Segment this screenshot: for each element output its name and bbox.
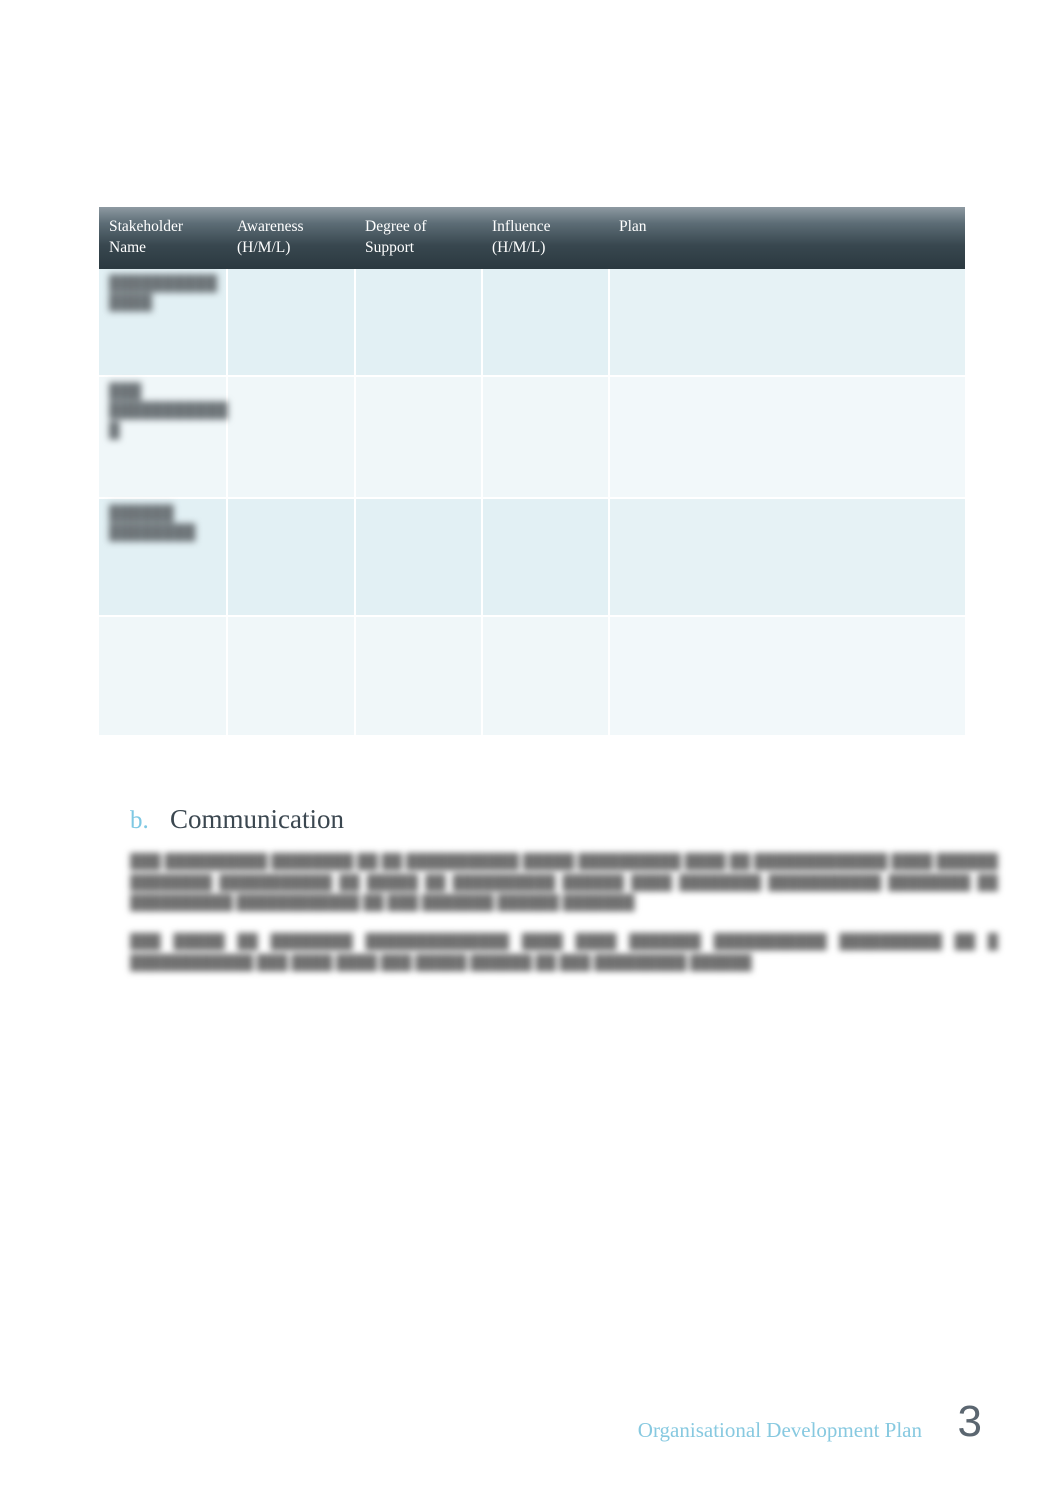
column-header-awareness: Awareness (H/M/L) [227, 207, 355, 270]
paragraph: ███ ██████████ ████████ ██ ██ ██████████… [130, 854, 998, 912]
section-heading-communication: b. Communication [130, 804, 344, 834]
cell-influence[interactable] [482, 269, 610, 377]
cell-plan[interactable] [609, 616, 965, 736]
cell-influence[interactable] [482, 498, 610, 617]
redacted-text: ██████████ ████ [109, 276, 218, 312]
document-page: Stakeholder Name Awareness (H/M/L) Degre… [0, 0, 1062, 1504]
cell-plan[interactable] [609, 269, 965, 377]
cell-awareness[interactable] [227, 616, 356, 736]
column-header-plan: Plan [609, 207, 965, 270]
cell-degree-of-support[interactable] [355, 498, 483, 617]
page-footer: Organisational Development Plan 3 [0, 1400, 1062, 1478]
table-row[interactable]: ██████████ ████ [99, 269, 965, 377]
cell-stakeholder-name[interactable]: ██████ ████████ [99, 498, 228, 617]
cell-degree-of-support[interactable] [355, 376, 483, 499]
table-row[interactable]: ██████ ████████ [99, 498, 965, 617]
column-header-degree-of-support: Degree of Support [355, 207, 482, 270]
cell-plan[interactable] [609, 376, 965, 499]
table-header-row: Stakeholder Name Awareness (H/M/L) Degre… [99, 207, 965, 270]
cell-degree-of-support[interactable] [355, 616, 483, 736]
paragraph: ███ █████ ██ ████████ ██████████████ ███… [130, 934, 998, 971]
cell-influence[interactable] [482, 376, 610, 499]
cell-degree-of-support[interactable] [355, 269, 483, 377]
cell-awareness[interactable] [227, 498, 356, 617]
section-title: Communication [170, 804, 344, 834]
table-body: ██████████ ████ ███ ███████████ █ ██████… [99, 269, 965, 736]
cell-stakeholder-name[interactable]: ██████████ ████ [99, 269, 228, 377]
stakeholder-table-container: Stakeholder Name Awareness (H/M/L) Degre… [99, 207, 965, 736]
table-row[interactable]: ███ ███████████ █ [99, 376, 965, 499]
redacted-text: ██████ ████████ [109, 506, 196, 542]
cell-awareness[interactable] [227, 269, 356, 377]
page-number: 3 [957, 1397, 982, 1446]
table-row[interactable] [99, 616, 965, 736]
column-header-stakeholder-name: Stakeholder Name [99, 207, 227, 270]
cell-plan[interactable] [609, 498, 965, 617]
cell-awareness[interactable] [227, 376, 356, 499]
footer-document-title: Organisational Development Plan [637, 1418, 922, 1442]
column-header-influence: Influence (H/M/L) [482, 207, 609, 270]
cell-stakeholder-name[interactable] [99, 616, 228, 736]
cell-stakeholder-name[interactable]: ███ ███████████ █ [99, 376, 229, 499]
section-list-marker: b. [130, 807, 149, 834]
redacted-text: ███ ███████████ █ [109, 384, 229, 439]
cell-influence[interactable] [482, 616, 610, 736]
stakeholder-table: Stakeholder Name Awareness (H/M/L) Degre… [99, 207, 965, 736]
table-header: Stakeholder Name Awareness (H/M/L) Degre… [99, 207, 965, 270]
